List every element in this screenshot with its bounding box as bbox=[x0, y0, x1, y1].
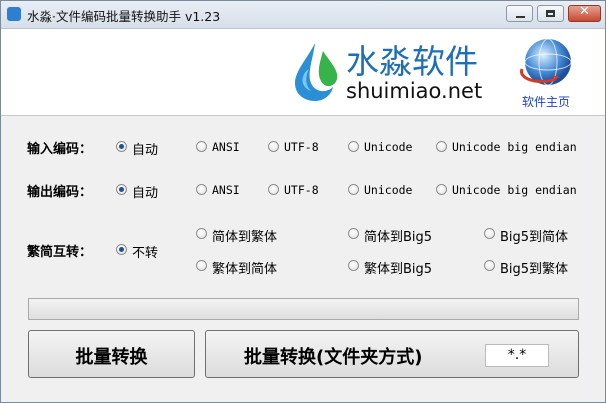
radio-icon bbox=[484, 228, 495, 239]
maximize-icon bbox=[546, 10, 555, 17]
title-bar: 水淼·文件编码批量转换助手 v1.23 ✕ bbox=[1, 1, 605, 29]
app-window: 水淼·文件编码批量转换助手 v1.23 ✕ 水淼软件 shuimiao.net bbox=[0, 0, 606, 403]
window-title: 水淼·文件编码批量转换助手 v1.23 bbox=[27, 9, 221, 24]
homepage-link[interactable]: 软件主页 bbox=[522, 93, 570, 110]
radio-icon bbox=[348, 184, 359, 195]
radio-icon bbox=[436, 141, 447, 152]
water-drop-logo-icon bbox=[295, 43, 338, 101]
minimize-icon bbox=[516, 16, 525, 18]
progress-bar bbox=[28, 298, 579, 320]
radio-icon bbox=[484, 260, 495, 271]
close-button[interactable]: ✕ bbox=[568, 4, 601, 22]
output-encoding-label: 输出编码： bbox=[27, 185, 93, 200]
minimize-button[interactable] bbox=[506, 5, 533, 22]
batch-convert-folder-button[interactable]: 批量转换(文件夹方式) *.* bbox=[205, 330, 579, 378]
radio-icon bbox=[196, 228, 207, 239]
header-banner: 水淼软件 shuimiao.net 软件主页 bbox=[1, 29, 605, 116]
radio-icon bbox=[348, 141, 359, 152]
maximize-button[interactable] bbox=[537, 5, 564, 22]
radio-icon bbox=[196, 141, 207, 152]
brand-domain: shuimiao.net bbox=[346, 79, 483, 103]
globe-icon[interactable] bbox=[516, 35, 580, 91]
radio-icon bbox=[436, 184, 447, 195]
radio-icon bbox=[196, 260, 207, 271]
radio-icon bbox=[268, 184, 279, 195]
close-icon: ✕ bbox=[579, 4, 590, 19]
app-icon bbox=[7, 7, 21, 21]
input-encoding-label: 输入编码： bbox=[27, 142, 93, 157]
radio-icon bbox=[348, 228, 359, 239]
brand-name-cn: 水淼软件 bbox=[346, 42, 478, 81]
radio-icon bbox=[116, 184, 127, 195]
radio-icon bbox=[348, 260, 359, 271]
conversion-label: 繁简互转： bbox=[27, 245, 93, 260]
radio-icon bbox=[116, 141, 127, 152]
radio-icon bbox=[116, 244, 127, 255]
file-pattern-input[interactable]: *.* bbox=[485, 344, 549, 367]
batch-convert-button[interactable]: 批量转换 bbox=[28, 330, 195, 378]
radio-icon bbox=[268, 141, 279, 152]
radio-icon bbox=[196, 184, 207, 195]
